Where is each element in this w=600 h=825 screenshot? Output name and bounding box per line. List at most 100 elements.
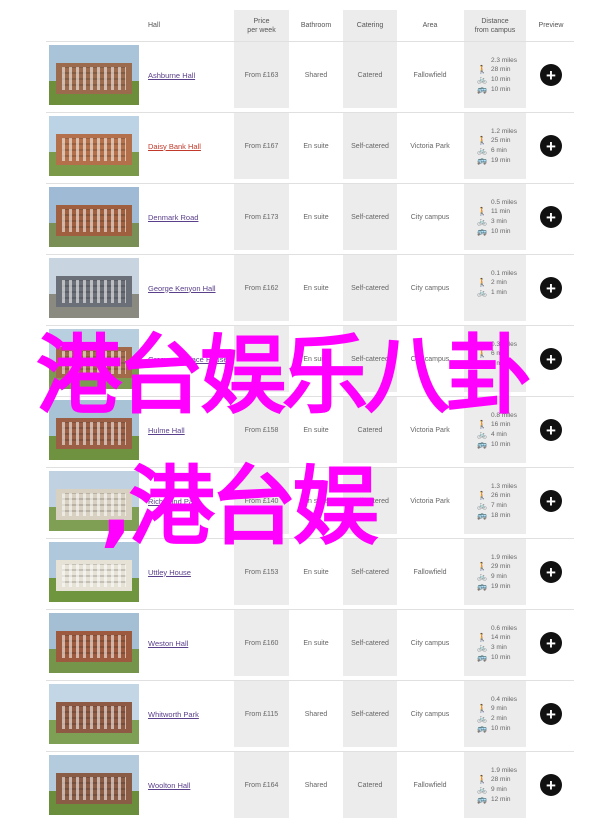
walking-person-icon: 🚶: [477, 277, 487, 287]
catering-cell: Self-catered: [343, 184, 397, 250]
bus-time: 🚌 18 min: [477, 510, 511, 520]
preview-plus-button[interactable]: +: [540, 774, 562, 796]
hall-name-cell: Grosvenor Place House: [142, 326, 238, 392]
price-cell: From £167: [234, 113, 289, 179]
distance-miles: 1.9 miles: [491, 766, 518, 774]
hall-name-link[interactable]: Hulme Hall: [148, 426, 185, 435]
hall-name-link[interactable]: Ashburne Hall: [148, 71, 195, 80]
area-cell: City campus: [410, 355, 450, 363]
distance-cell: 0.4 miles 🚶 9 min 🚲 2 min 🚌 10 min: [464, 681, 526, 747]
bus-time: 🚌 10 min: [477, 226, 511, 236]
hall-photo[interactable]: [49, 684, 139, 744]
hall-photo[interactable]: [49, 329, 139, 389]
hall-photo[interactable]: [49, 116, 139, 176]
hall-photo[interactable]: [49, 471, 139, 531]
hall-name-link[interactable]: Daisy Bank Hall: [148, 142, 201, 151]
area-cell: Victoria Park: [410, 142, 450, 150]
table-row: Grosvenor Place House From £171 En suite…: [46, 325, 574, 392]
header-bathroom: Bathroom: [300, 22, 332, 29]
bicycle-icon: 🚲: [477, 74, 487, 84]
distance-cell: 2.3 miles 🚶 28 min 🚲 10 min 🚌 10 min: [464, 42, 526, 108]
photo-building: [56, 276, 132, 308]
distance-miles: 2.3 miles: [491, 56, 518, 64]
hall-name-link[interactable]: Denmark Road: [148, 213, 198, 222]
preview-plus-button[interactable]: +: [540, 490, 562, 512]
hall-photo[interactable]: [49, 613, 139, 673]
table-row: Hulme Hall From £158 En suite Catered Vi…: [46, 396, 574, 463]
preview-plus-button[interactable]: +: [540, 419, 562, 441]
area-cell: Fallowfield: [413, 781, 447, 789]
photo-building: [56, 63, 132, 95]
hall-photo[interactable]: [49, 187, 139, 247]
walk-time: 🚶 14 min: [477, 632, 511, 642]
hall-name-cell: Uttley House: [142, 539, 238, 605]
hall-name-cell: Weston Hall: [142, 610, 238, 676]
preview-plus-button[interactable]: +: [540, 135, 562, 157]
walk-time: 🚶 25 min: [477, 135, 511, 145]
hall-name-cell: Richmond Park: [142, 468, 238, 534]
bicycle-icon: 🚲: [477, 500, 487, 510]
price-cell: From £153: [234, 539, 289, 605]
preview-plus-button[interactable]: +: [540, 206, 562, 228]
bicycle-icon: 🚲: [477, 216, 487, 226]
hall-photo-cell: [48, 539, 140, 605]
preview-plus-button[interactable]: +: [540, 348, 562, 370]
hall-photo[interactable]: [49, 755, 139, 815]
distance-cell: 1.2 miles 🚶 25 min 🚲 6 min 🚌 19 min: [464, 113, 526, 179]
walk-time: 🚶 11 min: [477, 206, 511, 216]
cycle-time: 🚲 2 min: [477, 713, 507, 723]
preview-plus-button[interactable]: +: [540, 561, 562, 583]
distance-miles: 0.4 miles: [491, 695, 518, 703]
photo-building: [56, 418, 132, 450]
table-row: Daisy Bank Hall From £167 En suite Self-…: [46, 112, 574, 179]
walking-person-icon: 🚶: [477, 561, 487, 571]
header-price: Price per week: [234, 10, 289, 41]
walking-person-icon: 🚶: [477, 490, 487, 500]
walk-time: 🚶 26 min: [477, 490, 511, 500]
preview-cell: +: [528, 681, 574, 747]
hall-photo[interactable]: [49, 258, 139, 318]
hall-name-link[interactable]: Grosvenor Place House: [148, 355, 228, 364]
bathroom-cell: Shared: [304, 710, 328, 718]
bicycle-icon: 🚲: [477, 358, 487, 368]
catering-cell: Catered: [343, 397, 397, 463]
bathroom-cell: Shared: [304, 781, 328, 789]
photo-building: [56, 489, 132, 521]
preview-plus-button[interactable]: +: [540, 64, 562, 86]
walk-time: 🚶 29 min: [477, 561, 511, 571]
hall-photo[interactable]: [49, 400, 139, 460]
bicycle-icon: 🚲: [477, 571, 487, 581]
preview-plus-button[interactable]: +: [540, 277, 562, 299]
bathroom-cell: En suite: [303, 213, 329, 221]
hall-name-link[interactable]: George Kenyon Hall: [148, 284, 216, 293]
hall-name-link[interactable]: Richmond Park: [148, 497, 199, 506]
hall-name-link[interactable]: Uttley House: [148, 568, 191, 577]
bus-icon: 🚌: [477, 723, 487, 733]
catering-cell: Self-catered: [343, 468, 397, 534]
hall-photo-cell: [48, 681, 140, 747]
preview-cell: +: [528, 42, 574, 108]
hall-name-link[interactable]: Whitworth Park: [148, 710, 199, 719]
header-catering: Catering: [343, 10, 397, 41]
distance-cell: 0.3 miles 🚶6 min 🚲2 min 🚌: [464, 326, 526, 392]
walk-time: 🚶 28 min: [477, 774, 511, 784]
hall-name-link[interactable]: Weston Hall: [148, 639, 188, 648]
bus-icon: 🚌: [477, 226, 487, 236]
hall-photo[interactable]: [49, 542, 139, 602]
distance-miles: 0.5 miles: [491, 198, 518, 206]
catering-cell: Self-catered: [343, 539, 397, 605]
walk-time: 🚶 2 min: [477, 277, 507, 287]
hall-photo[interactable]: [49, 45, 139, 105]
preview-plus-button[interactable]: +: [540, 632, 562, 654]
walking-person-icon: 🚶: [477, 348, 487, 358]
preview-cell: +: [528, 397, 574, 463]
hall-name-cell: Hulme Hall: [142, 397, 238, 463]
distance-cell: 0.6 miles 🚶 14 min 🚲 3 min 🚌 10 min: [464, 610, 526, 676]
photo-building: [56, 205, 132, 237]
preview-plus-button[interactable]: +: [540, 703, 562, 725]
hall-name-link[interactable]: Woolton Hall: [148, 781, 190, 790]
photo-building: [56, 347, 132, 379]
photo-building: [56, 773, 132, 805]
photo-building: [56, 134, 132, 166]
bus-time: 🚌 10 min: [477, 652, 511, 662]
